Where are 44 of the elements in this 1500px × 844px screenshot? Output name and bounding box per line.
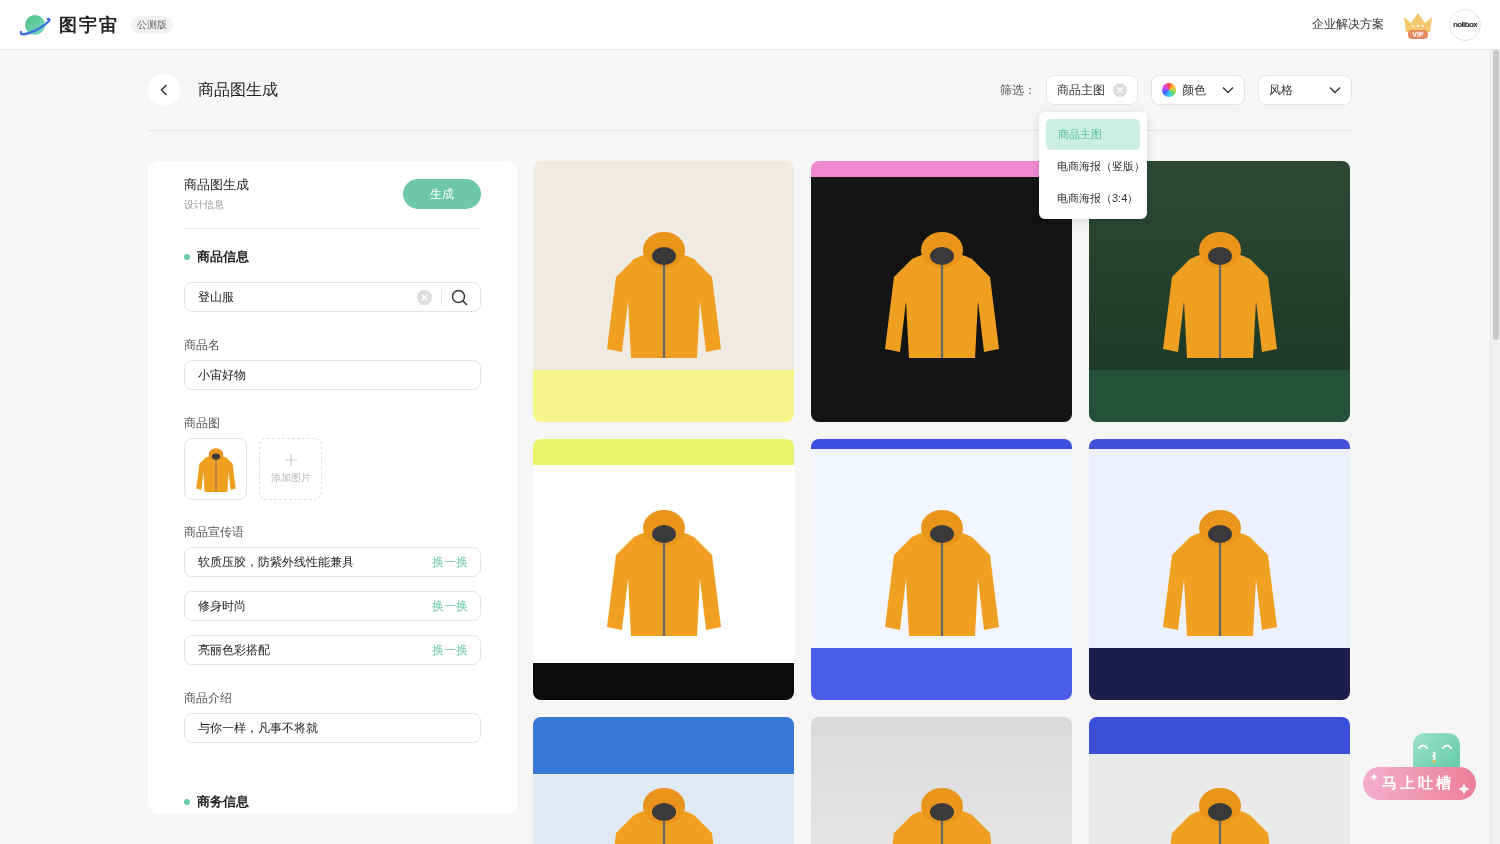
plus-icon <box>284 453 297 466</box>
style-filter-dropdown[interactable]: 风格 <box>1258 75 1352 105</box>
filter-dropdown[interactable]: 商品主图 <box>1046 75 1138 105</box>
chevron-down-icon <box>1222 86 1234 94</box>
beta-badge: 公测版 <box>131 15 173 34</box>
section-dot-icon <box>184 799 190 805</box>
sparkle-icon <box>1457 783 1470 795</box>
section-title: 商品信息 <box>197 248 249 266</box>
search-value: 登山服 <box>198 288 235 306</box>
jacket-poster-image[interactable] <box>533 439 794 700</box>
sparkle-icon <box>1369 773 1378 781</box>
jacket-poster-image[interactable] <box>1089 161 1350 422</box>
section-title: 商务信息 <box>197 793 249 811</box>
slogan-field[interactable]: 修身时尚 换一换 <box>184 591 481 621</box>
field-label: 商品图 <box>184 415 221 431</box>
chevron-down-icon <box>1329 86 1341 94</box>
user-avatar[interactable]: nolibox <box>1449 8 1481 41</box>
color-filter-dropdown[interactable]: 颜色 <box>1151 75 1245 105</box>
search-field[interactable]: 登山服 <box>184 282 481 312</box>
field-label: 商品名 <box>184 337 221 353</box>
filter-label: 筛选： <box>1000 81 1036 99</box>
panel-subtitle: 设计信息 <box>184 198 225 212</box>
slogan-field[interactable]: 亮丽色彩搭配 换一换 <box>184 635 481 665</box>
planet-logo-icon[interactable] <box>19 12 51 37</box>
search-icon[interactable] <box>451 288 468 306</box>
page-title: 商品图生成 <box>198 79 278 100</box>
color-wheel-icon <box>1162 83 1176 97</box>
text-field[interactable]: 小宙好物 <box>184 360 481 390</box>
jacket-poster-image[interactable] <box>1089 439 1350 700</box>
text-field[interactable]: 与你一样，凡事不将就 <box>184 713 481 743</box>
scrollbar-thumb[interactable] <box>1492 50 1499 340</box>
menu-item[interactable]: 电商海报（竖版） <box>1045 151 1140 182</box>
field-label: 商品宣传语 <box>184 524 245 540</box>
panel-title: 商品图生成 <box>184 176 249 194</box>
header-link[interactable]: 企业解决方案 <box>1312 16 1384 33</box>
menu-item[interactable]: 电商海报（3:4） <box>1045 183 1140 214</box>
slogan-text: 修身时尚 <box>198 597 247 615</box>
jacket-thumbnail[interactable] <box>184 438 247 500</box>
slogan-field[interactable]: 软质压胶，防紫外线性能兼具 换一换 <box>184 547 481 577</box>
slogan-text: 软质压胶，防紫外线性能兼具 <box>198 553 355 571</box>
field-label: 商品介绍 <box>184 690 233 706</box>
slogan-text: 亮丽色彩搭配 <box>198 641 271 659</box>
logo-text[interactable]: 图宇宙 <box>59 12 119 37</box>
section-dot-icon <box>184 254 190 260</box>
